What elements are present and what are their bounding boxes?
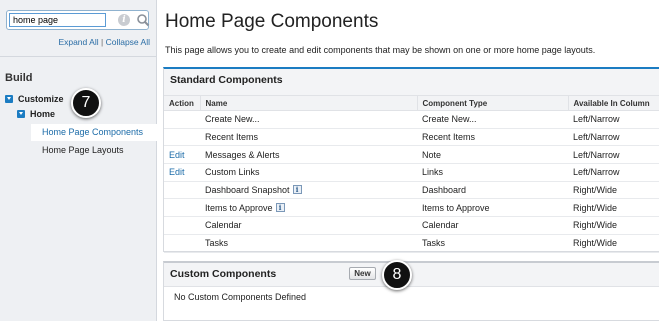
table-row: Edit Messages & Alerts Note Left/Narrow [164,145,659,165]
new-button[interactable]: New [349,267,376,280]
row-action [164,234,200,253]
row-action [164,216,200,235]
info-icon[interactable]: i [275,202,285,212]
row-action [164,110,200,129]
row-type: Tasks [417,234,568,253]
row-column: Left/Narrow [568,128,659,147]
row-column: Right/Wide [568,198,659,218]
table-row: Calendar Calendar Right/Wide [164,216,659,235]
row-column: Right/Wide [568,181,659,200]
tree-node-label: Customize [18,94,64,104]
info-icon[interactable]: i [292,185,302,195]
edit-link[interactable]: Edit [169,167,185,177]
row-column: Right/Wide [568,234,659,253]
quick-find-box: i [6,10,150,30]
row-name-label: Items to Approve [205,202,273,213]
standard-components-panel: Standard Components Action Name Componen… [163,67,659,253]
sidebar-divider [0,56,157,57]
standard-components-heading: Standard Components [164,69,659,95]
link-separator: | [100,37,104,47]
search-icon[interactable] [136,12,150,28]
sidebar-item-home-page-components[interactable]: Home Page Components [31,124,157,141]
row-name: Recent Items [200,128,417,147]
row-column: Left/Narrow [568,145,659,165]
section-title-build: Build [5,72,33,84]
collapse-toggle-icon[interactable] [17,110,25,118]
row-name-label: Dashboard Snapshot [205,185,290,196]
row-name: Create New... [200,110,417,129]
sidebar-item-home-page-layouts[interactable]: Home Page Layouts [31,142,157,159]
collapse-all-link[interactable]: Collapse All [106,37,150,47]
page-description: This page allows you to create and edit … [165,45,596,55]
empty-message: No Custom Components Defined [174,292,307,302]
row-name: Tasks [200,234,417,253]
col-header-type: Component Type [416,95,568,111]
col-header-column: Available In Column [567,95,659,111]
row-type: Recent Items [417,128,568,147]
row-type: Dashboard [417,181,568,200]
table-row: Edit Custom Links Links Left/Narrow [164,163,659,182]
row-action [164,181,200,200]
row-type: Links [417,163,568,182]
tree-node-label: Home [30,109,56,119]
row-name: Dashboard Snapshot i [200,181,417,200]
table-row: Dashboard Snapshot i Dashboard Right/Wide [164,181,659,200]
row-type: Create New... [417,110,568,129]
row-column: Left/Narrow [568,163,659,182]
sidebar: i Expand All | Collapse All Build Custom… [0,0,157,321]
app-root: i Expand All | Collapse All Build Custom… [0,0,659,321]
custom-components-heading: Custom Components [170,268,277,280]
row-action [164,198,200,218]
table-row: Items to Approve i Items to Approve Right… [164,198,659,218]
step-badge-8: 8 [382,260,412,290]
page-title: Home Page Components [165,11,379,32]
row-name: Messages & Alerts [200,145,417,165]
row-name: Custom Links [200,163,417,182]
tree-node-home[interactable]: Home [17,109,55,119]
row-column: Left/Narrow [568,110,659,129]
edit-link[interactable]: Edit [169,150,185,160]
col-header-name: Name [199,95,417,111]
row-action: Edit [164,163,200,182]
row-name: Items to Approve i [200,198,417,218]
row-action: Edit [164,145,200,165]
row-name: Calendar [200,216,417,235]
step-badge-7: 7 [71,88,101,118]
row-action [164,128,200,147]
col-header-action: Action [164,95,200,111]
standard-components-table: Action Name Component Type Available In … [164,95,659,253]
expand-all-link[interactable]: Expand All [58,37,98,47]
row-type: Items to Approve [417,198,568,218]
collapse-toggle-icon[interactable] [5,95,13,103]
row-type: Calendar [417,216,568,235]
tree-node-customize[interactable]: Customize [5,94,64,104]
info-icon[interactable]: i [118,14,130,26]
expand-collapse-links: Expand All | Collapse All [0,37,150,47]
row-type: Note [417,145,568,165]
table-row: Recent Items Recent Items Left/Narrow [164,128,659,147]
row-column: Right/Wide [568,216,659,235]
table-header-row: Action Name Component Type Available In … [164,95,659,111]
table-row: Create New... Create New... Left/Narrow [164,110,659,129]
quick-find-input[interactable] [9,13,106,27]
table-row: Tasks Tasks Right/Wide [164,234,659,253]
